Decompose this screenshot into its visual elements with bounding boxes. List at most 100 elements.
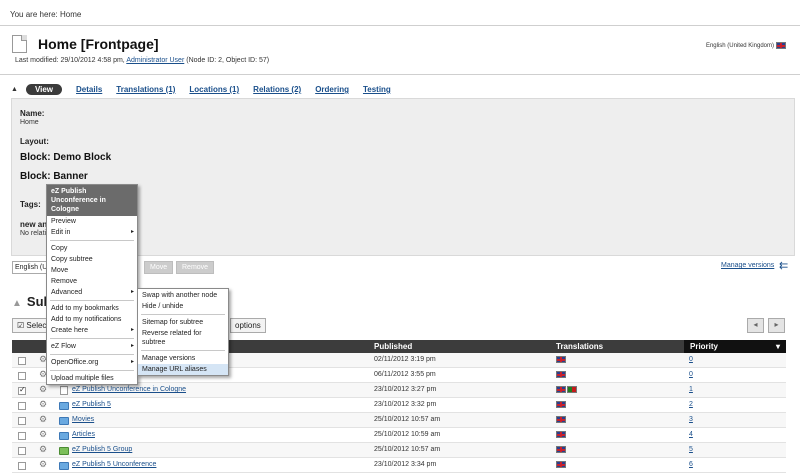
menu-separator bbox=[50, 354, 134, 355]
row-checkbox[interactable] bbox=[18, 417, 26, 425]
item-name-link[interactable]: eZ Publish Unconference in Cologne bbox=[72, 386, 186, 393]
uk-flag-icon bbox=[556, 416, 566, 423]
gear-icon[interactable]: ⚙ bbox=[39, 429, 47, 440]
next-page-icon[interactable]: ▸ bbox=[768, 318, 785, 333]
tab-locations[interactable]: Locations (1) bbox=[189, 85, 239, 94]
page-icon bbox=[12, 35, 27, 53]
menu-item-edit-in[interactable]: Edit in bbox=[47, 227, 137, 238]
collapse-arrow-icon[interactable]: ▲ bbox=[12, 298, 22, 309]
row-checkbox[interactable] bbox=[18, 447, 26, 455]
row-checkbox[interactable] bbox=[18, 372, 26, 380]
row-checkbox[interactable] bbox=[18, 432, 26, 440]
item-name-link[interactable]: eZ Publish 5 Group bbox=[72, 446, 132, 453]
move-button[interactable]: Move bbox=[144, 261, 174, 274]
tab-details[interactable]: Details bbox=[76, 85, 102, 94]
menu-separator bbox=[141, 350, 225, 351]
breadcrumb-prefix: You are here: bbox=[10, 10, 58, 19]
item-name-link[interactable]: Movies bbox=[72, 416, 94, 423]
menu-separator bbox=[50, 300, 134, 301]
translation-flags bbox=[556, 431, 566, 438]
item-name-link[interactable]: eZ Publish 5 bbox=[72, 401, 111, 408]
menu-item-copy[interactable]: Copy bbox=[47, 243, 137, 254]
uk-flag-icon bbox=[776, 42, 786, 49]
author-link[interactable]: Administrator User bbox=[126, 57, 184, 64]
gear-icon[interactable]: ⚙ bbox=[39, 414, 47, 425]
priority-value[interactable]: 0 bbox=[689, 371, 693, 378]
col-priority[interactable]: Priority ▾ bbox=[684, 340, 786, 353]
tab-ordering[interactable]: Ordering bbox=[315, 85, 349, 94]
pt-flag-icon bbox=[567, 386, 577, 393]
priority-value[interactable]: 0 bbox=[689, 356, 693, 363]
menu-item-advanced[interactable]: Advanced bbox=[47, 287, 137, 298]
priority-value[interactable]: 2 bbox=[689, 401, 693, 408]
gear-icon[interactable]: ⚙ bbox=[39, 384, 47, 395]
menu-item-add-to-my-notifications[interactable]: Add to my notifications bbox=[47, 314, 137, 325]
row-checkbox[interactable] bbox=[18, 402, 26, 410]
row-checkbox[interactable] bbox=[18, 357, 26, 365]
item-name-link[interactable]: Articles bbox=[72, 431, 95, 438]
table-row[interactable]: ⚙ eZ Publish Unconference in Cologne 23/10… bbox=[12, 383, 786, 398]
menu-item-sitemap-for-subtree[interactable]: Sitemap for subtree bbox=[138, 317, 228, 328]
prev-page-icon[interactable]: ◂ bbox=[747, 318, 764, 333]
translation-flags bbox=[556, 446, 566, 453]
menu-item-manage-versions[interactable]: Manage versions bbox=[138, 353, 228, 364]
translation-flags bbox=[556, 416, 566, 423]
uk-flag-icon bbox=[556, 431, 566, 438]
tab-translations[interactable]: Translations (1) bbox=[116, 85, 175, 94]
gear-icon[interactable]: ⚙ bbox=[39, 399, 47, 410]
priority-value[interactable]: 6 bbox=[689, 461, 693, 468]
priority-value[interactable]: 1 bbox=[689, 386, 693, 393]
manage-versions-link[interactable]: Manage versions bbox=[721, 262, 774, 269]
col-translations[interactable]: Translations bbox=[556, 342, 603, 351]
row-checkbox[interactable] bbox=[18, 462, 26, 470]
advanced-submenu: Swap with another node Hide / unhide Sitem… bbox=[137, 288, 229, 376]
uk-flag-icon bbox=[556, 386, 566, 393]
name-label: Name: bbox=[20, 109, 45, 118]
menu-separator bbox=[50, 240, 134, 241]
versions-arrow-icon[interactable]: ⇇ bbox=[779, 259, 788, 272]
table-row[interactable]: ⚙ eZ Publish 5 Unconference 23/10/2012 3:3… bbox=[12, 458, 786, 473]
menu-item-create-here[interactable]: Create here bbox=[47, 325, 137, 336]
meta-prefix: Last modified: 29/10/2012 4:58 pm, bbox=[15, 57, 125, 64]
gear-icon[interactable]: ⚙ bbox=[39, 444, 47, 455]
gear-icon[interactable]: ⚙ bbox=[39, 459, 47, 470]
tab-testing[interactable]: Testing bbox=[363, 85, 391, 94]
menu-item-hide-unhide[interactable]: Hide / unhide bbox=[138, 301, 228, 312]
select-label: Selec bbox=[26, 321, 47, 330]
row-checkbox[interactable] bbox=[18, 385, 26, 395]
menu-item-upload-multiple-files[interactable]: Upload multiple files bbox=[47, 373, 137, 384]
published-date: 23/10/2012 3:34 pm bbox=[374, 461, 437, 468]
breadcrumb: You are here: Home bbox=[10, 10, 81, 19]
col-published[interactable]: Published bbox=[374, 342, 412, 351]
menu-item-openoffice-org[interactable]: OpenOffice.org bbox=[47, 357, 137, 368]
menu-item-copy-subtree[interactable]: Copy subtree bbox=[47, 254, 137, 265]
priority-value[interactable]: 5 bbox=[689, 446, 693, 453]
menu-item-ez-flow[interactable]: eZ Flow bbox=[47, 341, 137, 352]
name-value: Home bbox=[20, 119, 39, 126]
menu-separator bbox=[50, 338, 134, 339]
collapse-arrow-icon[interactable]: ▲ bbox=[11, 86, 18, 93]
layout-label: Layout: bbox=[20, 137, 49, 146]
options-button[interactable]: options bbox=[230, 318, 266, 333]
translation-flags bbox=[556, 401, 566, 408]
translation-flags bbox=[556, 371, 566, 378]
menu-item-swap-with-another-node[interactable]: Swap with another node bbox=[138, 290, 228, 301]
table-row[interactable]: ⚙ Movies 25/10/2012 10:57 am 3 bbox=[12, 413, 786, 428]
remove-button[interactable]: Remove bbox=[176, 261, 215, 274]
priority-value[interactable]: 3 bbox=[689, 416, 693, 423]
table-row[interactable]: ⚙ eZ Publish 5 23/10/2012 3:32 pm 2 bbox=[12, 398, 786, 413]
table-row[interactable]: ⚙ eZ Publish 5 Group 25/10/2012 10:57 am 5 bbox=[12, 443, 786, 458]
menu-item-move[interactable]: Move bbox=[47, 265, 137, 276]
menu-item-add-to-my-bookmarks[interactable]: Add to my bookmarks bbox=[47, 303, 137, 314]
tab-relations[interactable]: Relations (2) bbox=[253, 85, 301, 94]
menu-item-reverse-related-for-subtree[interactable]: Reverse related for subtree bbox=[138, 328, 228, 348]
item-name-link[interactable]: eZ Publish 5 Unconference bbox=[72, 461, 156, 468]
menu-item-preview[interactable]: Preview bbox=[47, 216, 137, 227]
menu-item-remove[interactable]: Remove bbox=[47, 276, 137, 287]
published-date: 23/10/2012 3:32 pm bbox=[374, 401, 437, 408]
tab-view[interactable]: View bbox=[25, 84, 63, 95]
folder-icon bbox=[59, 402, 69, 410]
priority-value[interactable]: 4 bbox=[689, 431, 693, 438]
table-row[interactable]: ⚙ Articles 25/10/2012 10:59 am 4 bbox=[12, 428, 786, 443]
menu-item-manage-url-aliases[interactable]: Manage URL aliases bbox=[138, 364, 228, 375]
